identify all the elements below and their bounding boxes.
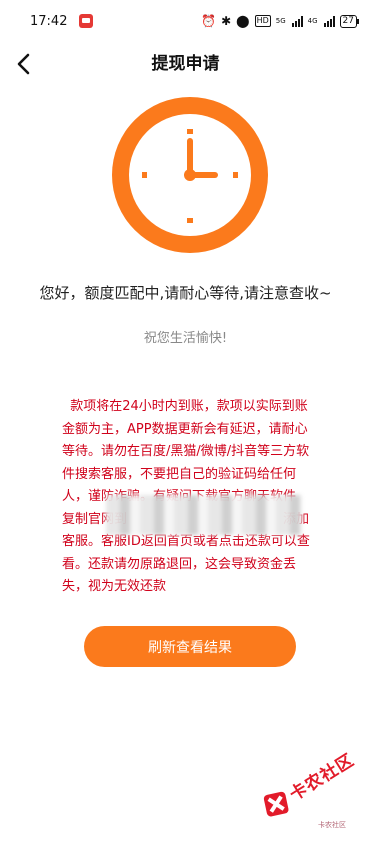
bluetooth-icon: ✱ [221, 14, 232, 28]
nav-bar: 提现申请 [0, 42, 371, 86]
network-label-2: 4G [307, 16, 318, 25]
watermark-logo-icon [263, 791, 290, 818]
signal-icon [291, 15, 303, 27]
status-left: 17:42 [30, 13, 94, 29]
page-title: 提现申请 [151, 54, 220, 74]
battery-icon: 27 [339, 14, 360, 28]
refresh-result-button[interactable]: 刷新查看结果 [84, 626, 296, 667]
status-time: 17:42 [30, 13, 68, 29]
hd-icon: HD [254, 15, 271, 27]
watermark-text: 卡农社区 [286, 750, 359, 806]
status-right: ⏰ ✱ ⬤ HD 5G 4G 27 [201, 14, 360, 28]
watermark: 卡农社区 [249, 724, 371, 842]
network-label: 5G [275, 16, 286, 25]
alarm-icon: ⏰ [201, 14, 217, 28]
status-message: 您好，额度匹配中,请耐心等待,请注意查收~ [39, 284, 332, 302]
wish-text: 祝您生活愉快! [143, 331, 228, 346]
clock-icon [112, 97, 268, 253]
signal-icon-2 [323, 15, 335, 27]
status-bar: 17:42 ⏰ ✱ ⬤ HD 5G 4G 27 [0, 0, 371, 42]
watermark-subtext: 卡农社区 [318, 821, 346, 829]
app-notification-icon [79, 14, 94, 28]
location-icon: ⬤ [236, 14, 250, 28]
redaction-blur [106, 495, 302, 535]
